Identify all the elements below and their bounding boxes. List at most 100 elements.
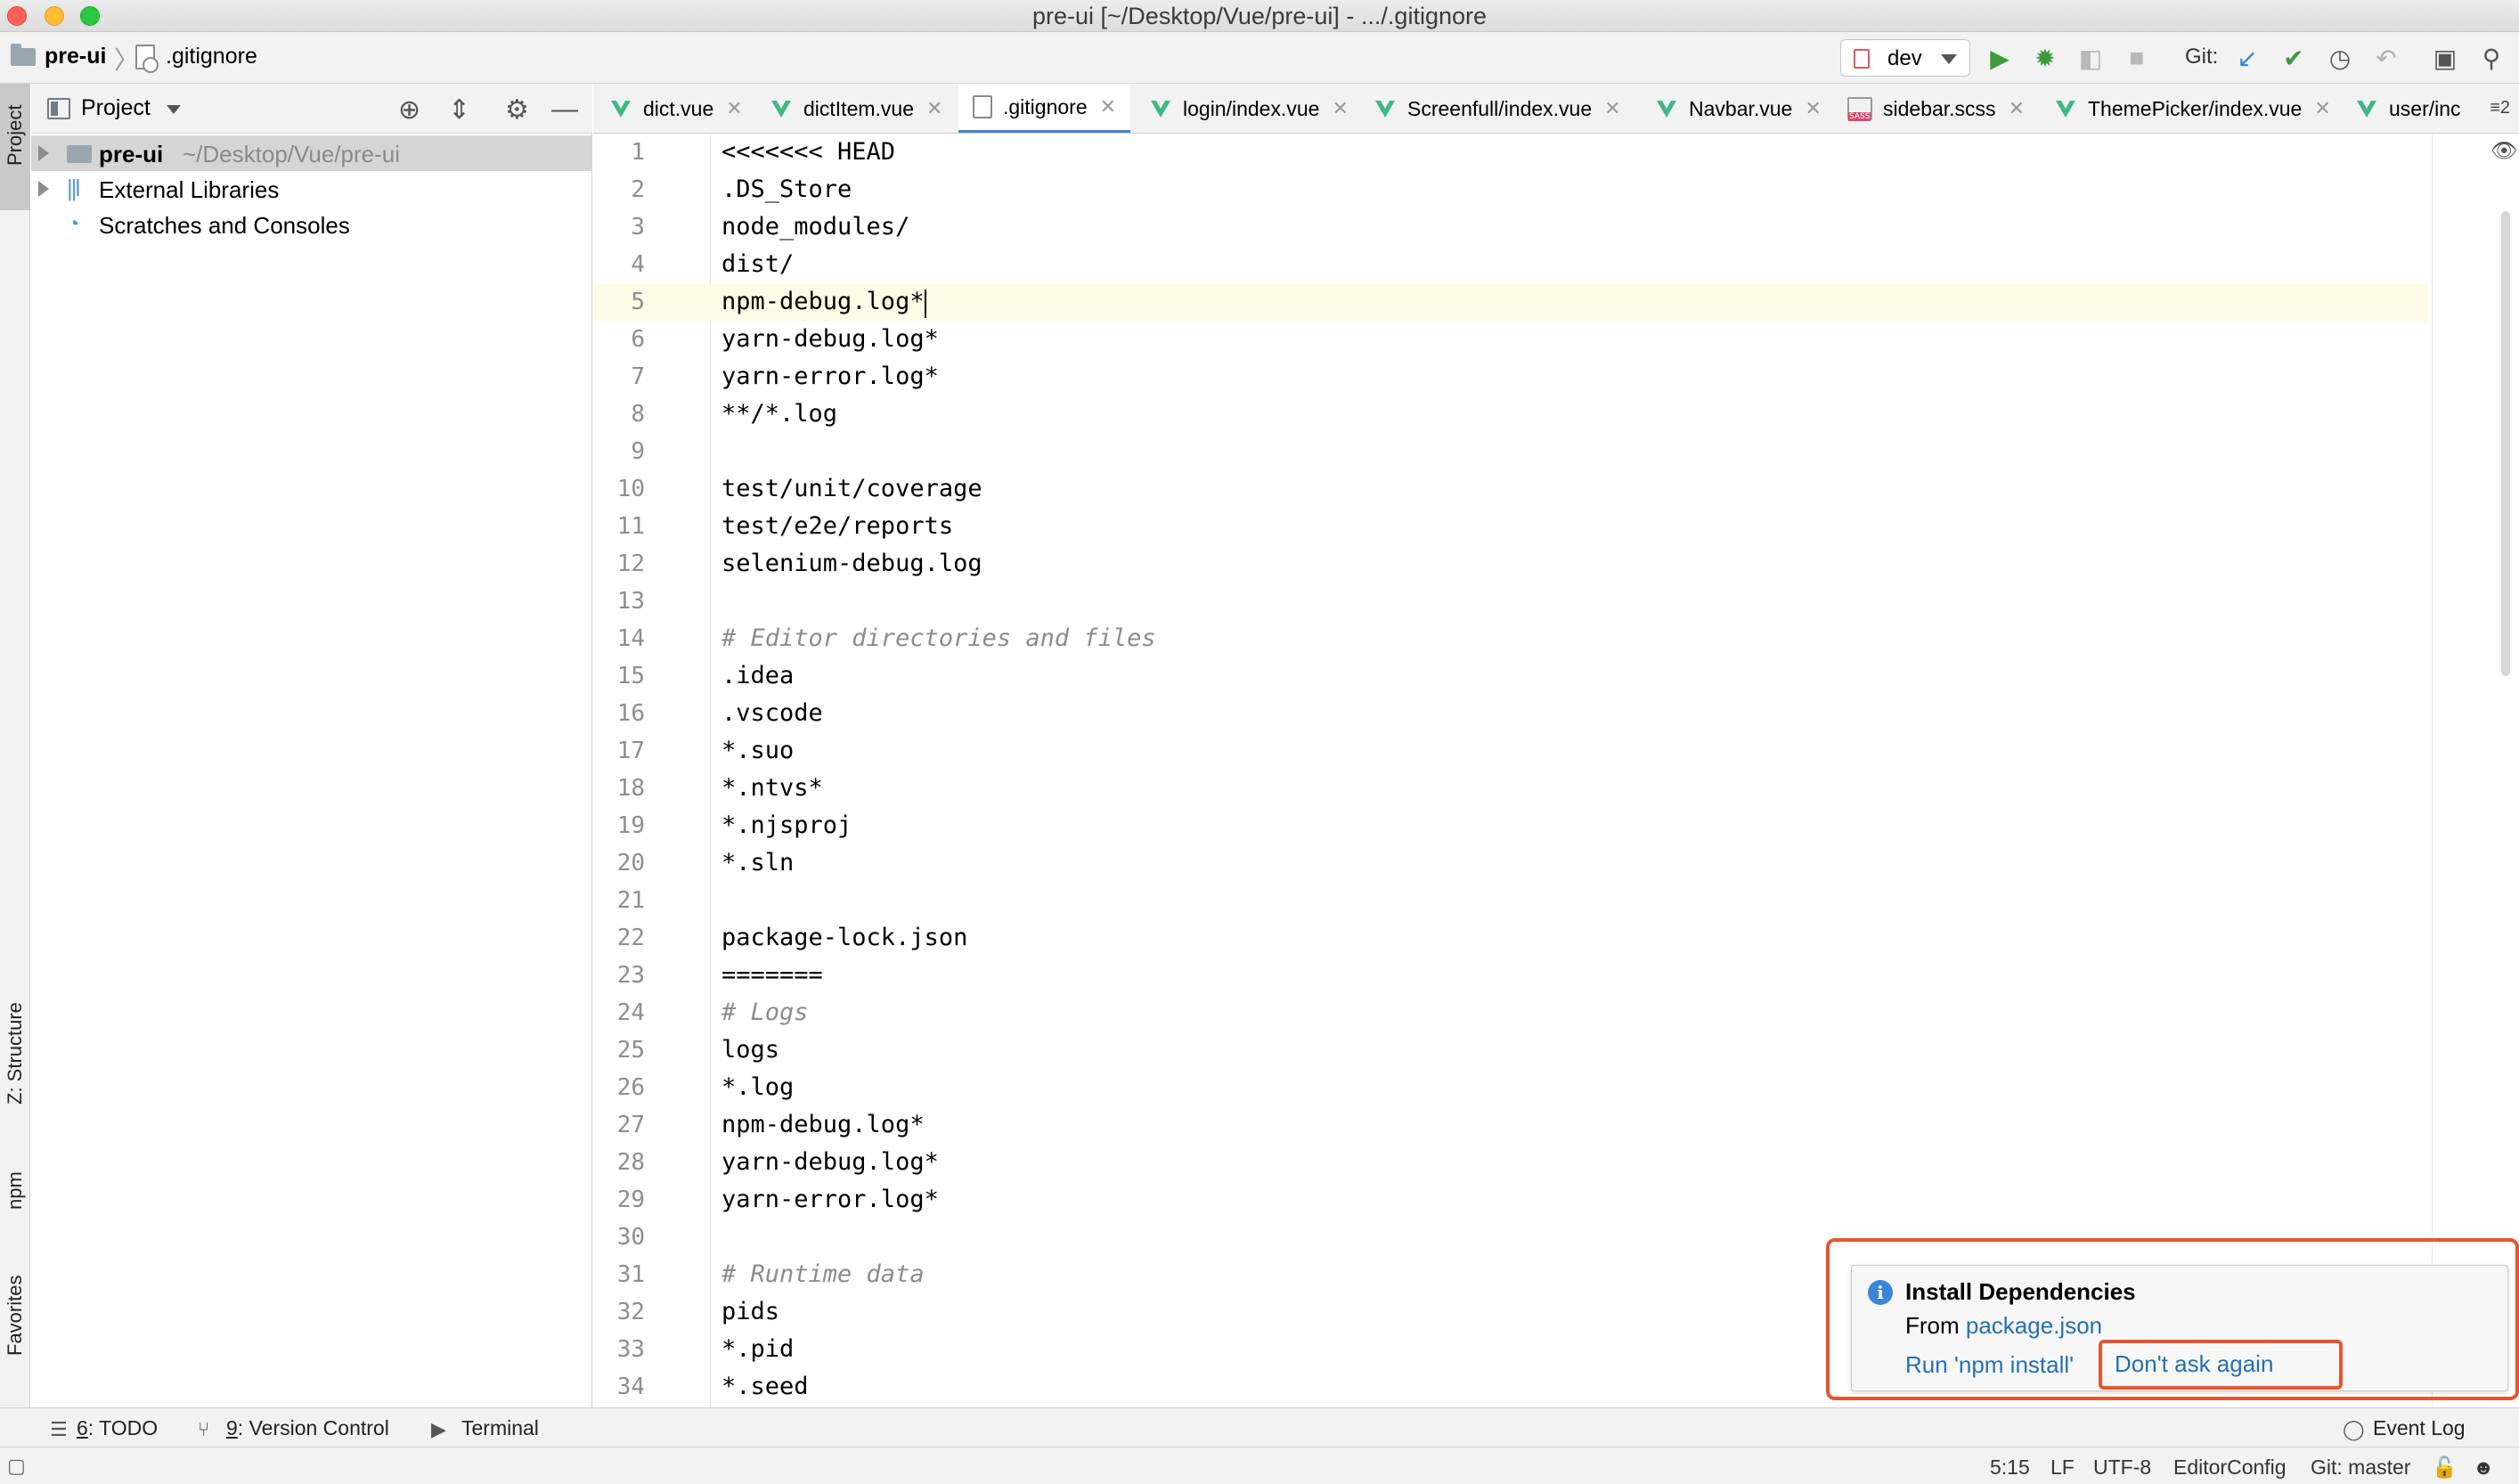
code-line[interactable]: 14 # Editor directories and files bbox=[593, 621, 2428, 658]
code-line[interactable]: 6 yarn-debug.log* bbox=[593, 322, 2428, 359]
inspector-icon[interactable]: ☻ bbox=[2473, 1455, 2494, 1480]
line-separator[interactable]: LF bbox=[2050, 1455, 2075, 1480]
tree-item-scratches[interactable]: ◔ Scratches and Consoles bbox=[31, 207, 592, 242]
line-number: 23 bbox=[616, 962, 645, 989]
event-log-tab[interactable]: Event Log bbox=[2373, 1416, 2466, 1440]
locate-icon[interactable]: ⊕ bbox=[398, 94, 420, 126]
close-icon[interactable]: ✕ bbox=[926, 97, 942, 120]
git-rollback-icon[interactable]: ↶ bbox=[2373, 45, 2400, 72]
code-line[interactable]: 16 .vscode bbox=[593, 696, 2428, 733]
expand-arrow-icon[interactable] bbox=[38, 181, 49, 197]
code-line[interactable]: 2 .DS_Store bbox=[593, 172, 2428, 209]
todo-tab[interactable]: 6: TODO bbox=[77, 1416, 158, 1440]
code-line[interactable]: 21 bbox=[593, 883, 2428, 920]
search-icon[interactable]: ⚲ bbox=[2478, 45, 2505, 72]
editorconfig-status[interactable]: EditorConfig bbox=[2173, 1455, 2287, 1480]
chevron-down-icon[interactable] bbox=[167, 105, 181, 114]
tab-dict-vue[interactable]: dict.vue ✕ bbox=[611, 84, 743, 133]
debug-icon[interactable]: ✹ bbox=[2032, 45, 2058, 72]
cursor-position[interactable]: 5:15 bbox=[1990, 1455, 2030, 1480]
terminal-window-icon[interactable]: ▣ bbox=[2432, 45, 2458, 72]
stop-icon[interactable]: ■ bbox=[2124, 44, 2150, 71]
terminal-tab[interactable]: Terminal bbox=[461, 1416, 539, 1440]
code-line[interactable]: 25 logs bbox=[593, 1032, 2428, 1070]
code-line[interactable]: 28 yarn-debug.log* bbox=[593, 1145, 2428, 1182]
code-line[interactable]: 3 node_modules/ bbox=[593, 209, 2428, 247]
breadcrumb-file[interactable]: .gitignore bbox=[166, 44, 257, 69]
code-line[interactable]: 26 *.log bbox=[593, 1070, 2428, 1107]
tool-favorites-tab[interactable]: Favorites bbox=[4, 1276, 27, 1356]
expand-arrow-icon[interactable] bbox=[38, 145, 49, 161]
git-branch-status[interactable]: Git: master bbox=[2311, 1455, 2410, 1480]
code-line[interactable]: 15 .idea bbox=[593, 658, 2428, 696]
tool-structure-tab[interactable]: Z: Structure bbox=[4, 1002, 27, 1105]
code-line[interactable]: 7 yarn-error.log* bbox=[593, 359, 2428, 396]
close-icon[interactable]: ✕ bbox=[1805, 97, 1821, 120]
code-line[interactable]: 8 **/*.log bbox=[593, 396, 2428, 434]
tab-dictitem-vue[interactable]: dictItem.vue ✕ bbox=[771, 84, 942, 133]
code-line[interactable]: 22 package-lock.json bbox=[593, 920, 2428, 958]
tree-item-pre-ui[interactable]: pre-ui ~/Desktop/Vue/pre-ui bbox=[31, 135, 592, 171]
run-npm-install-link[interactable]: Run 'npm install' bbox=[1905, 1351, 2074, 1379]
breadcrumb-project[interactable]: pre-ui bbox=[45, 44, 106, 69]
line-number: 5 bbox=[631, 289, 645, 315]
tree-item-external-libraries[interactable]: ||l External Libraries bbox=[31, 171, 592, 207]
code-line[interactable]: 19 *.njsproj bbox=[593, 808, 2428, 845]
tab-login-index-vue[interactable]: login/index.vue ✕ bbox=[1151, 84, 1349, 133]
code-line[interactable]: 20 *.sln bbox=[593, 845, 2428, 883]
collapse-all-icon[interactable]: ⇕ bbox=[448, 94, 470, 126]
tab-gitignore[interactable]: .gitignore ✕ bbox=[958, 84, 1131, 133]
tab-navbar-vue[interactable]: Navbar.vue ✕ bbox=[1657, 84, 1822, 133]
tab-screenfull-index-vue[interactable]: Screenfull/index.vue ✕ bbox=[1375, 84, 1621, 133]
lock-icon[interactable]: 🔓 bbox=[2432, 1455, 2458, 1480]
tabs-overflow-button[interactable]: ≡2 bbox=[2484, 98, 2510, 118]
git-history-icon[interactable]: ◷ bbox=[2327, 45, 2353, 72]
line-number: 14 bbox=[616, 625, 645, 652]
code-line[interactable]: 12 selenium-debug.log bbox=[593, 546, 2428, 583]
run-config-dropdown[interactable]: dev bbox=[1840, 39, 1970, 77]
close-icon[interactable]: ✕ bbox=[726, 97, 742, 120]
code-line[interactable]: 10 test/unit/coverage bbox=[593, 471, 2428, 509]
code-line[interactable]: 13 bbox=[593, 583, 2428, 621]
git-commit-icon[interactable]: ✔ bbox=[2280, 45, 2307, 72]
code-line[interactable]: 24 # Logs bbox=[593, 995, 2428, 1032]
toggle-tool-windows-icon[interactable]: ▢ bbox=[7, 1455, 26, 1478]
tab-themepicker-index-vue[interactable]: ThemePicker/index.vue ✕ bbox=[2056, 84, 2331, 133]
tab-user-index-vue[interactable]: user/inc bbox=[2357, 84, 2461, 133]
close-icon[interactable]: ✕ bbox=[1100, 95, 1116, 118]
tab-sidebar-scss[interactable]: sidebar.scss ✕ bbox=[1847, 84, 2025, 133]
git-update-icon[interactable]: ↙ bbox=[2234, 45, 2261, 72]
code-line[interactable]: 11 test/e2e/reports bbox=[593, 509, 2428, 546]
file-encoding[interactable]: UTF-8 bbox=[2093, 1455, 2151, 1480]
dont-ask-again-link[interactable]: Don't ask again bbox=[2115, 1350, 2273, 1378]
code-line[interactable]: 1 <<<<<<< HEAD bbox=[593, 135, 2428, 172]
close-icon[interactable]: ✕ bbox=[1604, 97, 1620, 120]
code-text: # Logs bbox=[721, 999, 809, 1026]
package-json-link[interactable]: package.json bbox=[1966, 1312, 2102, 1339]
gear-icon[interactable]: ⚙ bbox=[505, 94, 529, 126]
eye-icon[interactable]: 👁 bbox=[2490, 138, 2517, 164]
code-line[interactable]: 17 *.suo bbox=[593, 733, 2428, 771]
project-view-selector[interactable]: Project bbox=[81, 95, 151, 121]
tab-label: user/inc bbox=[2389, 96, 2461, 120]
close-icon[interactable]: ✕ bbox=[1332, 97, 1348, 120]
close-icon[interactable]: ✕ bbox=[2009, 97, 2025, 120]
code-line[interactable]: 23 ======= bbox=[593, 958, 2428, 995]
tool-npm-tab[interactable]: npm bbox=[4, 1171, 27, 1210]
code-line[interactable]: 4 dist/ bbox=[593, 247, 2428, 284]
tool-project-tab[interactable]: Project bbox=[0, 84, 30, 210]
code-editor[interactable]: 1 <<<<<<< HEAD 2 .DS_Store 3 node_modules/4 di… bbox=[593, 135, 2519, 1407]
coverage-icon[interactable]: ◧ bbox=[2077, 45, 2104, 72]
editor-scrollbar[interactable] bbox=[2501, 211, 2510, 676]
close-icon[interactable]: ✕ bbox=[2314, 97, 2330, 120]
version-control-tab[interactable]: 9: Version Control bbox=[226, 1416, 389, 1440]
code-line[interactable]: 9 bbox=[593, 434, 2428, 471]
code-text: yarn-error.log* bbox=[721, 1186, 939, 1213]
run-icon[interactable]: ▶ bbox=[1986, 45, 2013, 72]
code-line[interactable]: 27 npm-debug.log* bbox=[593, 1107, 2428, 1145]
code-line[interactable]: 29 yarn-error.log* bbox=[593, 1182, 2428, 1219]
library-icon: ||l bbox=[67, 175, 80, 201]
hide-panel-icon[interactable]: — bbox=[551, 94, 578, 125]
code-line[interactable]: 18 *.ntvs* bbox=[593, 771, 2428, 808]
code-line[interactable]: 5 npm-debug.log* bbox=[593, 284, 2428, 322]
